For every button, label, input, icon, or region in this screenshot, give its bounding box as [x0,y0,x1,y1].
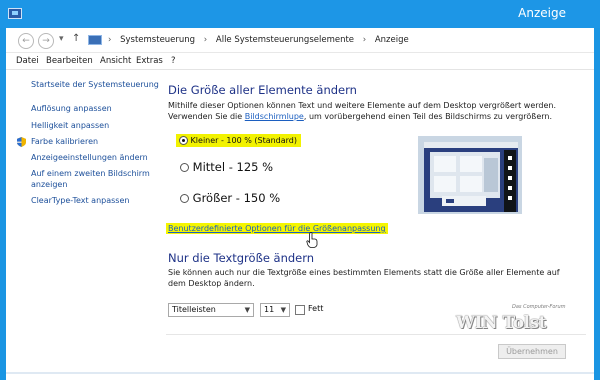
bold-checkbox-label[interactable]: Fett [308,304,323,313]
element-select-value: Titelleisten [172,305,216,314]
navigation-bar: ← → ▾ ↑ › Systemsteuerung › Alle Systems… [6,28,594,53]
menu-help[interactable]: ? [171,56,176,66]
control-panel-icon[interactable] [8,8,22,19]
sidebar-item-calibrate[interactable]: Farbe kalibrieren [31,137,98,147]
address-control-panel-icon [88,35,102,45]
bold-checkbox[interactable] [295,305,305,315]
breadcrumb-item-systemsteuerung[interactable]: Systemsteuerung [120,35,195,45]
text-section-description: Sie können auch nur die Textgröße eines … [168,268,560,288]
divider [166,334,586,335]
font-size-select[interactable]: 11 ▼ [260,303,290,317]
title-bar: Anzeige [0,0,600,28]
chevron-down-icon: ▼ [244,306,250,314]
size-preview-image [418,136,522,214]
forward-arrow-icon: → [42,36,50,46]
sidebar-item-cleartype[interactable]: ClearType-Text anpassen [31,196,129,206]
window-title: Anzeige [518,6,566,20]
watermark-logo: WIN Tolst [456,313,546,333]
size-option-medium[interactable]: Mittel - 125 % [180,160,273,174]
breadcrumb-separator: › [108,35,112,45]
custom-sizing-link[interactable]: Benutzerdefinierte Optionen für die Größ… [166,223,388,234]
breadcrumb-separator[interactable]: › [204,35,207,45]
breadcrumb-item-anzeige[interactable]: Anzeige [375,35,409,45]
size-option-large-label: Größer - 150 % [192,191,281,205]
hand-cursor-icon [306,232,318,248]
menu-datei[interactable]: Datei [16,56,39,66]
sidebar-item-resolution[interactable]: Auflösung anpassen [31,104,112,114]
size-option-medium-label: Mittel - 125 % [192,160,274,174]
menu-bar: Datei Bearbeiten Ansicht Extras ? [6,53,594,70]
back-button[interactable]: ← [18,33,34,49]
menu-extras[interactable]: Extras [136,56,163,66]
desc-text-end: , um vorübergehend einen Teil des Bildsc… [303,112,553,121]
menu-ansicht[interactable]: Ansicht [100,56,131,66]
size-option-large[interactable]: Größer - 150 % [180,191,280,205]
breadcrumb-separator[interactable]: › [363,35,366,45]
size-option-small-label: Kleiner - 100 % (Standard) [190,136,298,145]
radio-small[interactable] [179,136,188,145]
breadcrumb: › Systemsteuerung › Alle Systemsteuerung… [108,35,409,45]
text-section-heading: Nur die Textgröße ändern [168,251,315,265]
chevron-down-icon: ▼ [280,306,286,314]
size-section-description: Mithilfe dieser Optionen können Text und… [168,100,588,122]
magnifier-link[interactable]: Bildschirmlupe [245,112,304,121]
watermark-tagline: Das Computer-Forum [512,304,566,310]
sidebar-item-display-settings[interactable]: Anzeigeeinstellungen ändern [31,153,148,163]
shield-icon [17,137,26,147]
size-option-small[interactable]: Kleiner - 100 % (Standard) [176,134,302,147]
back-arrow-icon: ← [22,36,30,46]
sidebar-home-link[interactable]: Startseite der Systemsteuerung [31,80,159,90]
font-size-select-value: 11 [264,305,275,314]
forward-button[interactable]: → [38,33,54,49]
sidebar-item-brightness[interactable]: Helligkeit anpassen [31,121,109,131]
sidebar-item-second-screen-line2[interactable]: anzeigen [31,180,67,190]
up-arrow-icon[interactable]: ↑ [72,33,80,44]
radio-medium[interactable] [180,163,189,172]
history-dropdown-icon[interactable]: ▾ [59,34,64,44]
breadcrumb-item-all-items[interactable]: Alle Systemsteuerungselemente [216,35,354,45]
apply-button[interactable]: Übernehmen [498,344,566,359]
radio-large[interactable] [180,194,189,203]
size-section-heading: Die Größe aller Elemente ändern [168,83,357,97]
window-bottom-edge [6,372,594,374]
element-select[interactable]: Titelleisten ▼ [168,303,254,317]
menu-bearbeiten[interactable]: Bearbeiten [46,56,93,66]
sidebar-item-second-screen[interactable]: Auf einem zweiten Bildschirm [31,169,150,179]
